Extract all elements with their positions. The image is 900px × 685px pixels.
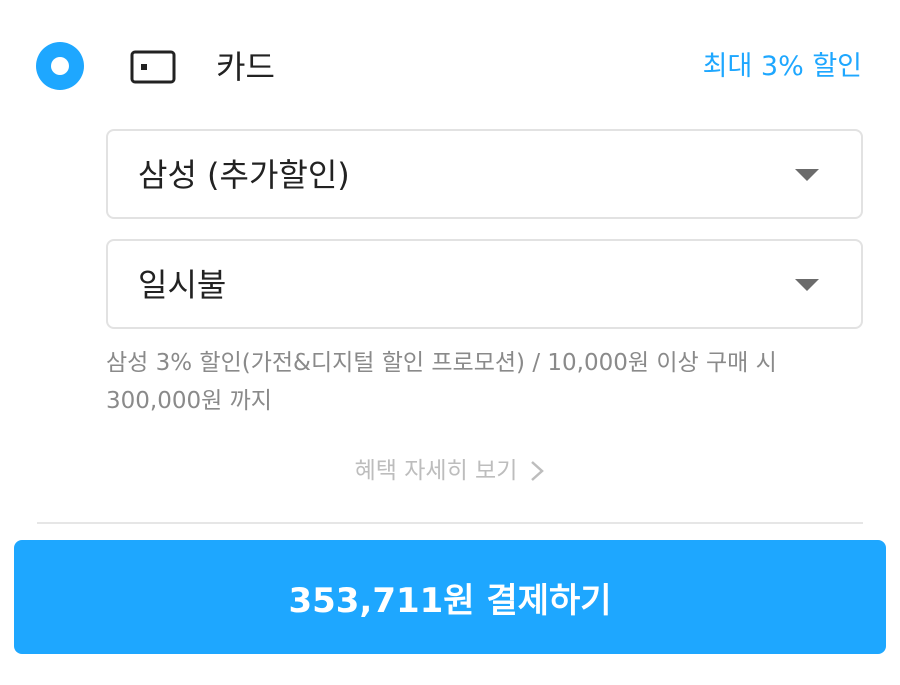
caret-down-icon [795, 279, 819, 291]
promotion-line-2: 300,000원 까지 [106, 388, 272, 414]
card-radio-button[interactable] [36, 42, 84, 90]
pay-button[interactable]: 353,711원 결제하기 [14, 540, 886, 654]
chevron-right-icon [531, 461, 545, 481]
benefit-details-link[interactable]: 혜택 자세히 보기 [355, 454, 546, 488]
promotion-line-1: 삼성 3% 할인(가전&디지털 할인 프로모션) / 10,000원 이상 구매… [106, 350, 777, 376]
installment-select[interactable]: 일시불 [106, 239, 863, 329]
caret-down-icon [795, 169, 819, 181]
card-company-value: 삼성 (추가할인) [138, 156, 350, 194]
card-company-select[interactable]: 삼성 (추가할인) [106, 129, 863, 219]
payment-method-label: 카드 [216, 48, 275, 86]
benefit-details-link-wrapper: 혜택 자세히 보기 [0, 454, 900, 488]
radio-selected-dot [51, 57, 69, 75]
max-discount-text: 최대 3% 할인 [702, 51, 862, 82]
benefit-details-label: 혜택 자세히 보기 [354, 458, 518, 484]
card-icon [130, 50, 176, 84]
divider [37, 522, 863, 524]
promotion-description: 삼성 3% 할인(가전&디지털 할인 프로모션) / 10,000원 이상 구매… [106, 344, 866, 420]
installment-value: 일시불 [138, 266, 227, 304]
